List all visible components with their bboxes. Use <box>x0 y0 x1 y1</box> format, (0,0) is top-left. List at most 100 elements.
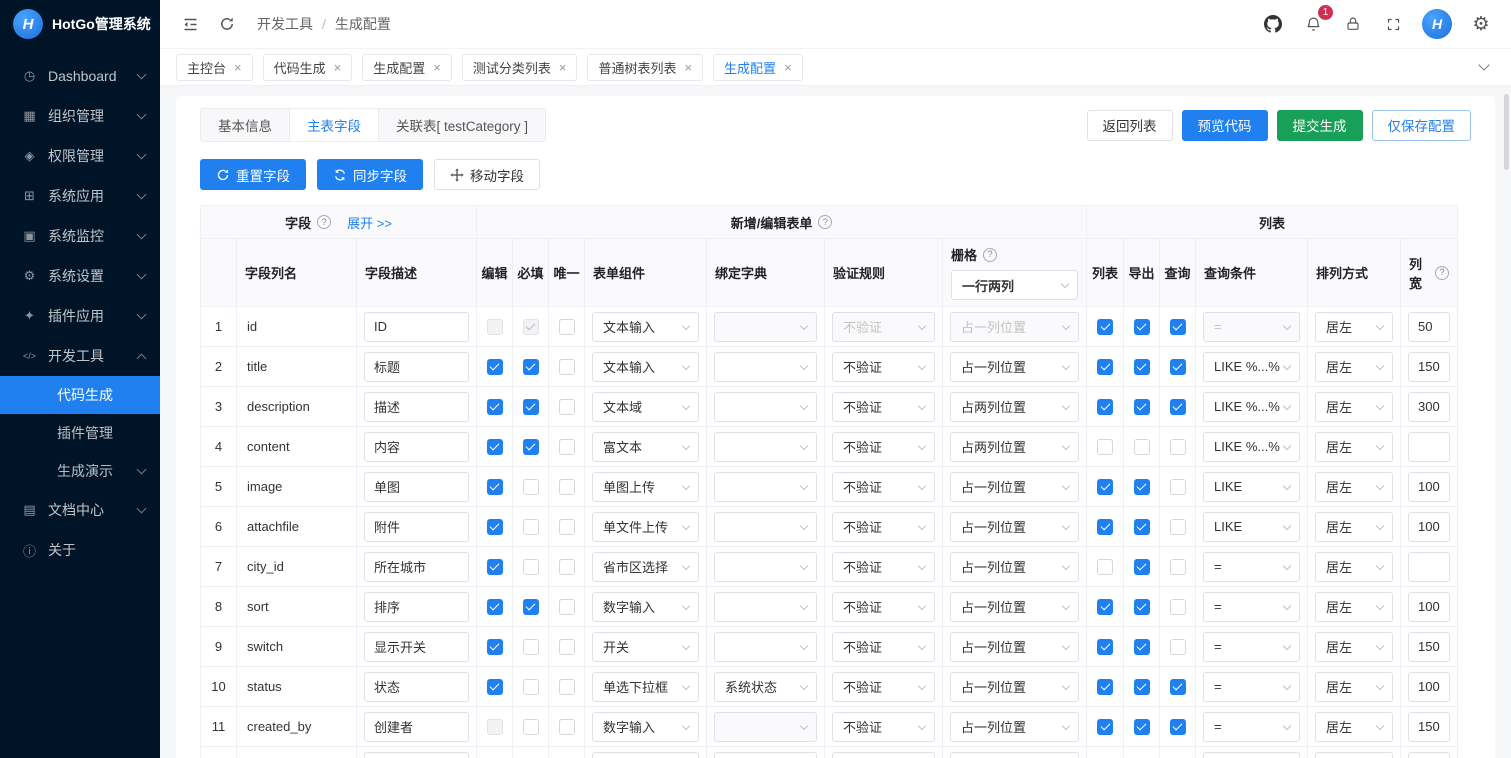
settings-gear-icon[interactable]: ⚙ <box>1470 13 1492 35</box>
column-width-input[interactable] <box>1408 432 1450 462</box>
refresh-icon[interactable] <box>216 13 238 35</box>
grid-position-select[interactable]: 占一列位置 <box>950 472 1079 502</box>
tabs-menu-chevron-icon[interactable] <box>1473 56 1495 78</box>
sidebar-item[interactable]: </>开发工具 <box>0 336 160 376</box>
form-component-select[interactable]: 文本输入 <box>592 352 699 382</box>
edit-checkbox[interactable] <box>487 319 503 335</box>
required-checkbox[interactable] <box>523 359 539 375</box>
field-description-input[interactable] <box>364 352 469 382</box>
edit-checkbox[interactable] <box>487 439 503 455</box>
bind-dict-select[interactable] <box>714 432 817 462</box>
close-icon[interactable]: × <box>433 61 441 74</box>
unique-checkbox[interactable] <box>559 439 575 455</box>
column-width-input[interactable] <box>1408 472 1450 502</box>
form-component-select[interactable]: 单文件上传 <box>592 512 699 542</box>
query-condition-select[interactable]: = <box>1203 592 1300 622</box>
unique-checkbox[interactable] <box>559 719 575 735</box>
align-select[interactable]: 居左 <box>1315 672 1393 702</box>
column-width-input[interactable] <box>1408 392 1450 422</box>
export-checkbox[interactable] <box>1134 439 1150 455</box>
grid-position-select[interactable]: 占一列位置 <box>950 552 1079 582</box>
query-condition-select[interactable] <box>1203 752 1300 758</box>
query-checkbox[interactable] <box>1170 559 1186 575</box>
sidebar-item[interactable]: ⚙系统设置 <box>0 256 160 296</box>
export-checkbox[interactable] <box>1134 639 1150 655</box>
query-checkbox[interactable] <box>1170 599 1186 615</box>
unique-checkbox[interactable] <box>559 399 575 415</box>
close-icon[interactable]: × <box>684 61 692 74</box>
tabbar-tab[interactable]: 代码生成× <box>263 54 353 81</box>
fullscreen-icon[interactable] <box>1382 13 1404 35</box>
validation-rule-select[interactable]: 不验证 <box>832 472 935 502</box>
query-condition-select[interactable]: LIKE %...% <box>1203 392 1300 422</box>
field-description-input[interactable] <box>364 752 469 758</box>
grid-position-select[interactable]: 占一列位置 <box>950 512 1079 542</box>
grid-position-select[interactable]: 占两列位置 <box>950 392 1079 422</box>
unique-checkbox[interactable] <box>559 639 575 655</box>
required-checkbox[interactable] <box>523 519 539 535</box>
field-description-input[interactable] <box>364 312 469 342</box>
field-description-input[interactable] <box>364 472 469 502</box>
bind-dict-select[interactable] <box>714 752 817 758</box>
github-icon[interactable] <box>1262 13 1284 35</box>
export-checkbox[interactable] <box>1134 679 1150 695</box>
field-description-input[interactable] <box>364 512 469 542</box>
edit-checkbox[interactable] <box>487 479 503 495</box>
align-select[interactable]: 居左 <box>1315 432 1393 462</box>
column-width-input[interactable] <box>1408 632 1450 662</box>
list-checkbox[interactable] <box>1097 679 1113 695</box>
validation-rule-select[interactable]: 不验证 <box>832 632 935 662</box>
bind-dict-select[interactable]: 系统状态 <box>714 672 817 702</box>
sidebar-item[interactable]: ▤文档中心 <box>0 490 160 530</box>
list-checkbox[interactable] <box>1097 399 1113 415</box>
query-checkbox[interactable] <box>1170 679 1186 695</box>
align-select[interactable]: 居左 <box>1315 592 1393 622</box>
close-icon[interactable]: × <box>559 61 567 74</box>
sidebar-item[interactable]: ⓘ关于 <box>0 530 160 570</box>
submit-generate-button[interactable]: 提交生成 <box>1277 110 1363 141</box>
validation-rule-select[interactable]: 不验证 <box>832 432 935 462</box>
list-checkbox[interactable] <box>1097 359 1113 375</box>
query-checkbox[interactable] <box>1170 639 1186 655</box>
query-checkbox[interactable] <box>1170 719 1186 735</box>
query-checkbox[interactable] <box>1170 359 1186 375</box>
help-icon[interactable]: ? <box>983 248 997 262</box>
tabbar-tab[interactable]: 普通树表列表× <box>587 54 703 81</box>
validation-rule-select[interactable]: 不验证 <box>832 552 935 582</box>
bind-dict-select[interactable] <box>714 512 817 542</box>
query-condition-select[interactable]: = <box>1203 712 1300 742</box>
unique-checkbox[interactable] <box>559 519 575 535</box>
query-condition-select[interactable]: LIKE <box>1203 512 1300 542</box>
validation-rule-select[interactable]: 不验证 <box>832 312 935 342</box>
tabbar-tab[interactable]: 生成配置× <box>362 54 452 81</box>
sidebar-item[interactable]: ◈权限管理 <box>0 136 160 176</box>
required-checkbox[interactable] <box>523 639 539 655</box>
grid-position-select[interactable]: 占一列位置 <box>950 592 1079 622</box>
align-select[interactable]: 居左 <box>1315 552 1393 582</box>
validation-rule-select[interactable]: 不验证 <box>832 392 935 422</box>
form-component-select[interactable] <box>592 752 699 758</box>
breadcrumb-item[interactable]: 开发工具 <box>257 14 313 34</box>
column-width-input[interactable] <box>1408 712 1450 742</box>
query-checkbox[interactable] <box>1170 479 1186 495</box>
move-fields-button[interactable]: 移动字段 <box>434 159 540 190</box>
bind-dict-select[interactable] <box>714 552 817 582</box>
export-checkbox[interactable] <box>1134 559 1150 575</box>
export-checkbox[interactable] <box>1134 519 1150 535</box>
sidebar-item[interactable]: ▦组织管理 <box>0 96 160 136</box>
validation-rule-select[interactable]: 不验证 <box>832 672 935 702</box>
grid-default-select[interactable]: 一行两列 <box>951 270 1078 300</box>
validation-rule-select[interactable]: 不验证 <box>832 592 935 622</box>
tabbar-tab[interactable]: 生成配置× <box>713 54 803 81</box>
sidebar-item[interactable]: ◷Dashboard <box>0 56 160 96</box>
export-checkbox[interactable] <box>1134 359 1150 375</box>
align-select[interactable]: 居左 <box>1315 712 1393 742</box>
tabbar-tab[interactable]: 主控台× <box>176 54 253 81</box>
notifications-bell-icon[interactable]: 1 <box>1302 13 1324 35</box>
column-width-input[interactable] <box>1408 552 1450 582</box>
user-avatar[interactable]: H <box>1422 9 1452 39</box>
card-tab[interactable]: 基本信息 <box>200 108 290 142</box>
edit-checkbox[interactable] <box>487 719 503 735</box>
validation-rule-select[interactable]: 不验证 <box>832 712 935 742</box>
validation-rule-select[interactable] <box>832 752 935 758</box>
